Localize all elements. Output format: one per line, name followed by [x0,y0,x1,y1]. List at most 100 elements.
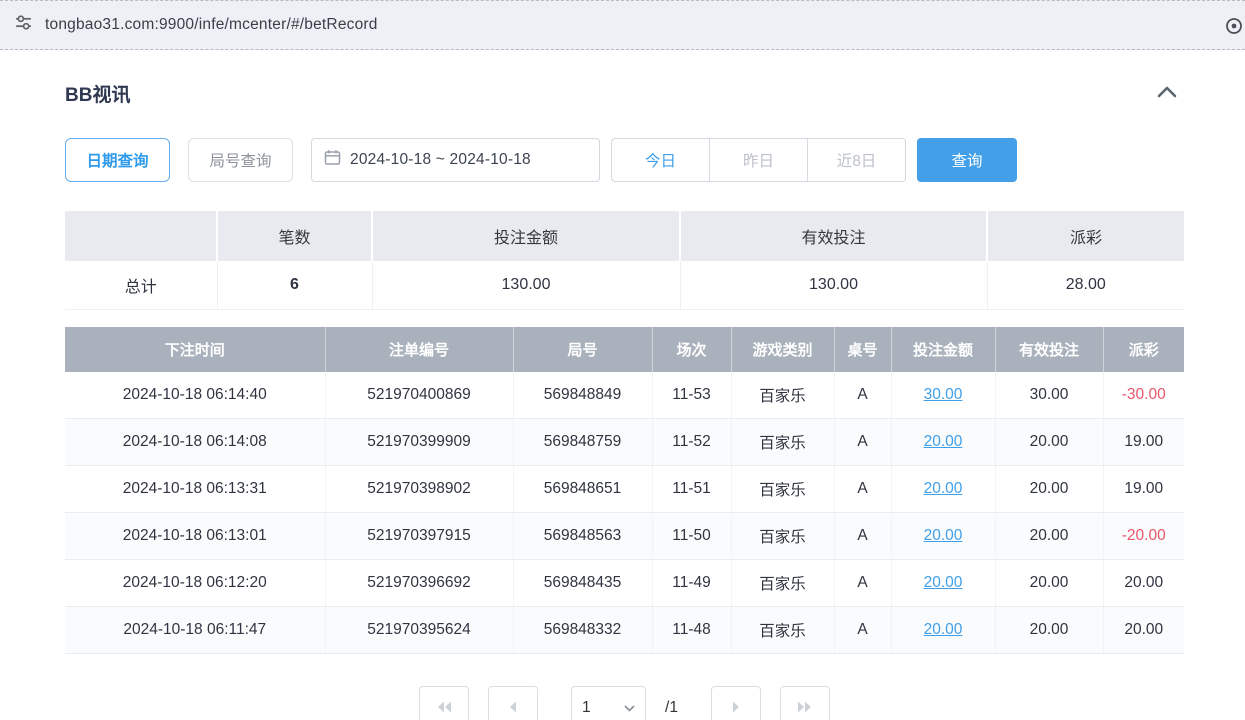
double-chevron-left-icon [436,699,453,718]
bet-amount-link[interactable]: 30.00 [924,386,963,403]
header-payout: 派彩 [1103,327,1184,372]
url-text[interactable]: tongbao31.com:9900/infe/mcenter/#/betRec… [45,16,378,34]
header-bet-amount: 投注金额 [891,327,995,372]
cell-bet-amount: 20.00 [891,466,995,513]
cell-bet-number: 521970399909 [325,419,513,466]
cell-table-number: A [834,560,891,607]
bet-amount-link[interactable]: 20.00 [924,574,963,591]
bet-record-panel: BB视讯 日期查询 局号查询 2024-10-18 ~ 2024-10-18 [0,80,1245,720]
cell-payout: -20.00 [1103,513,1184,560]
cell-bet-amount: 20.00 [891,560,995,607]
cell-bet-number: 521970398902 [325,466,513,513]
cell-game-type: 百家乐 [731,607,834,654]
summary-total-label: 总计 [65,261,217,309]
cell-valid-bet: 20.00 [995,466,1103,513]
table-row: 2024-10-18 06:13:31 521970398902 5698486… [65,466,1184,513]
table-row: 2024-10-18 06:12:20 521970396692 5698484… [65,560,1184,607]
cell-bet-amount: 20.00 [891,607,995,654]
double-chevron-right-icon [796,699,813,718]
bet-amount-link[interactable]: 20.00 [924,527,963,544]
cell-session: 11-49 [652,560,731,607]
cell-session: 11-53 [652,372,731,419]
bet-amount-link[interactable]: 20.00 [924,621,963,638]
next-page-button[interactable] [711,686,761,720]
chevron-right-icon [728,699,744,718]
bet-amount-link[interactable]: 20.00 [924,433,963,450]
collapse-panel-button[interactable] [1150,83,1184,104]
date-query-tab[interactable]: 日期查询 [65,138,170,182]
cell-bet-time: 2024-10-18 06:13:01 [65,513,325,560]
last-page-button[interactable] [780,686,830,720]
table-row: 2024-10-18 06:14:40 521970400869 5698488… [65,372,1184,419]
browser-address-bar: tongbao31.com:9900/infe/mcenter/#/betRec… [0,0,1245,50]
bet-record-table: 下注时间 注单编号 局号 场次 游戏类别 桌号 投注金额 有效投注 派彩 202… [65,327,1184,655]
date-range-value: 2024-10-18 ~ 2024-10-18 [350,151,531,169]
cell-game-type: 百家乐 [731,513,834,560]
summary-header-blank [65,211,217,261]
summary-valid-bet-value: 130.00 [680,261,987,309]
cell-session: 11-51 [652,466,731,513]
cell-game-type: 百家乐 [731,419,834,466]
chevron-left-icon [505,699,521,718]
cell-valid-bet: 20.00 [995,419,1103,466]
header-bet-time: 下注时间 [65,327,325,372]
cell-bet-time: 2024-10-18 06:12:20 [65,560,325,607]
calendar-icon [324,149,341,171]
summary-total-row: 总计 6 130.00 130.00 28.00 [65,261,1184,309]
round-query-tab[interactable]: 局号查询 [188,138,293,182]
cell-bet-amount: 20.00 [891,419,995,466]
summary-bet-amount-value: 130.00 [372,261,680,309]
last-8-days-button[interactable]: 近8日 [807,138,906,182]
cell-bet-amount: 30.00 [891,372,995,419]
quick-date-button-group: 今日 昨日 近8日 [611,138,906,182]
site-permissions-icon[interactable] [14,13,33,37]
cell-table-number: A [834,372,891,419]
cell-bet-time: 2024-10-18 06:14:08 [65,419,325,466]
bet-amount-link[interactable]: 20.00 [924,480,963,497]
cell-bet-time: 2024-10-18 06:14:40 [65,372,325,419]
today-button[interactable]: 今日 [611,138,710,182]
chevron-up-icon [1156,87,1178,102]
cell-table-number: A [834,466,891,513]
table-row: 2024-10-18 06:14:08 521970399909 5698487… [65,419,1184,466]
search-button[interactable]: 查询 [917,138,1017,182]
header-round-number: 局号 [513,327,652,372]
header-valid-bet: 有效投注 [995,327,1103,372]
table-row: 2024-10-18 06:11:47 521970395624 5698483… [65,607,1184,654]
pagination: 1 /1 [65,686,1184,720]
yesterday-button[interactable]: 昨日 [709,138,808,182]
header-table-number: 桌号 [834,327,891,372]
date-range-picker[interactable]: 2024-10-18 ~ 2024-10-18 [311,138,600,182]
cell-bet-number: 521970395624 [325,607,513,654]
header-bet-number: 注单编号 [325,327,513,372]
cell-session: 11-48 [652,607,731,654]
browser-extension-icon[interactable] [1225,17,1243,40]
cell-game-type: 百家乐 [731,560,834,607]
total-pages-label: /1 [665,686,678,720]
cell-payout: 20.00 [1103,607,1184,654]
summary-header-valid-bet: 有效投注 [680,211,987,261]
cell-round-number: 569848759 [513,419,652,466]
cell-game-type: 百家乐 [731,372,834,419]
cell-bet-time: 2024-10-18 06:11:47 [65,607,325,654]
cell-round-number: 569848563 [513,513,652,560]
previous-page-button[interactable] [488,686,538,720]
cell-round-number: 569848651 [513,466,652,513]
cell-session: 11-50 [652,513,731,560]
cell-bet-time: 2024-10-18 06:13:31 [65,466,325,513]
page-title: BB视讯 [65,80,130,107]
summary-header-payout: 派彩 [987,211,1184,261]
cell-round-number: 569848849 [513,372,652,419]
cell-round-number: 569848435 [513,560,652,607]
cell-table-number: A [834,607,891,654]
cell-payout: 19.00 [1103,466,1184,513]
table-row: 2024-10-18 06:13:01 521970397915 5698485… [65,513,1184,560]
bet-table-body: 2024-10-18 06:14:40 521970400869 5698488… [65,372,1184,654]
page-select[interactable]: 1 [571,686,646,720]
cell-bet-number: 521970396692 [325,560,513,607]
summary-header-bet-amount: 投注金额 [372,211,680,261]
first-page-button[interactable] [419,686,469,720]
cell-game-type: 百家乐 [731,466,834,513]
summary-table: 笔数 投注金额 有效投注 派彩 总计 6 130.00 130.00 28.00 [65,211,1184,310]
cell-bet-amount: 20.00 [891,513,995,560]
